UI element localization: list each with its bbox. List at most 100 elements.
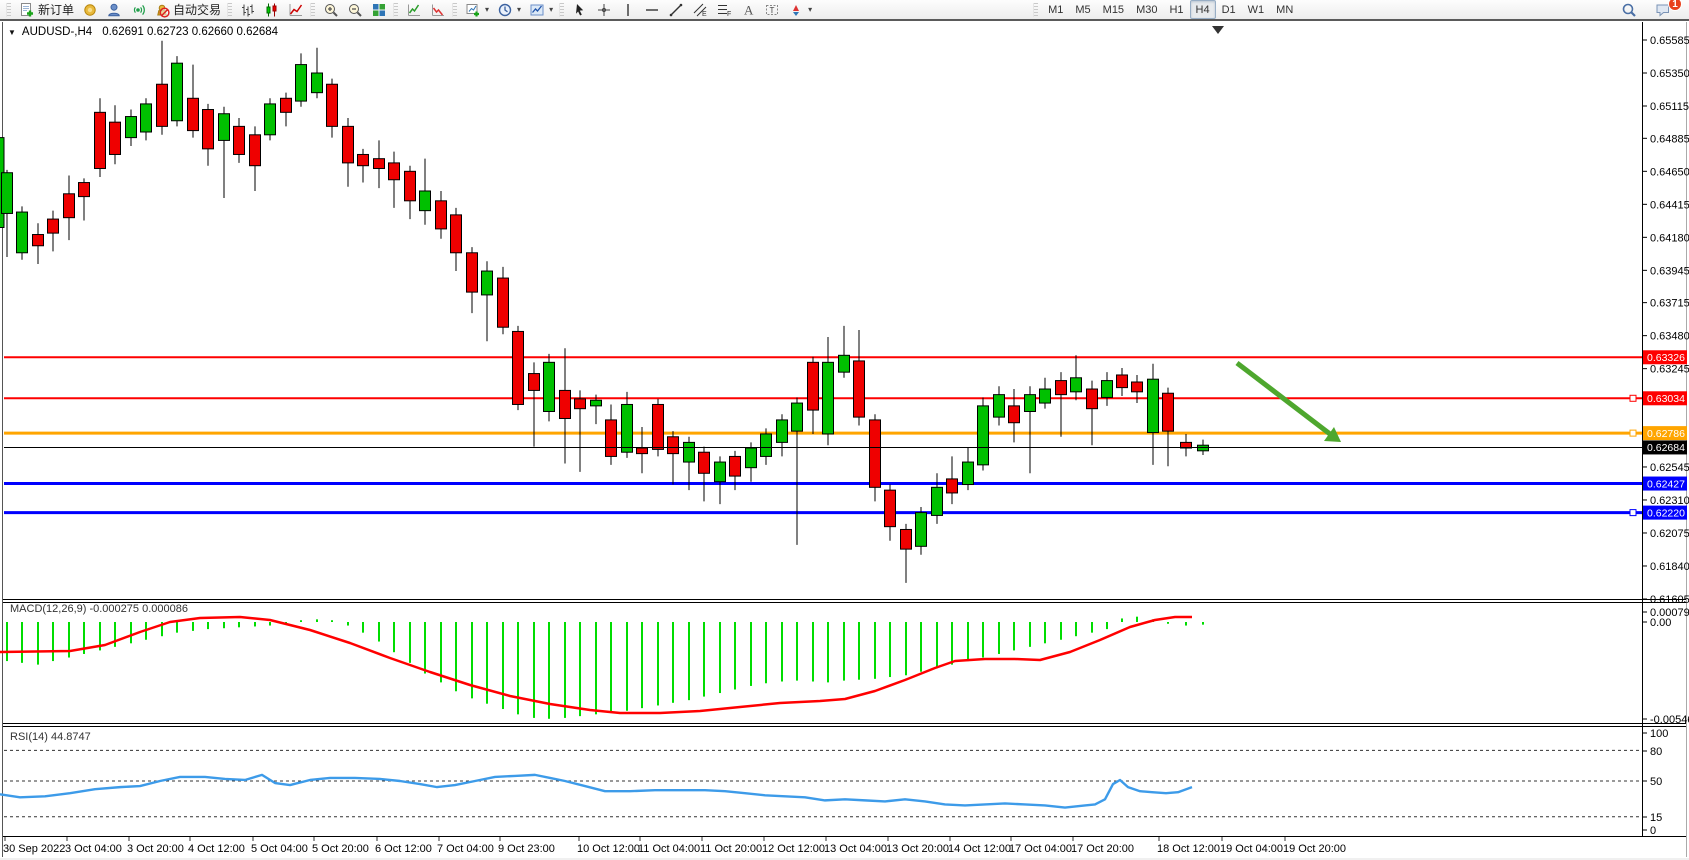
macd-label: MACD(12,26,9) -0.000275 0.000086 [10, 603, 188, 615]
community-button[interactable]: 1 [1651, 0, 1675, 19]
timeframe-label: M30 [1136, 4, 1157, 16]
signals-button[interactable] [126, 0, 150, 19]
svg-text:0.62220: 0.62220 [1647, 507, 1685, 519]
search-icon [1621, 2, 1637, 18]
profile-button[interactable] [102, 0, 126, 19]
line-chart-button[interactable] [284, 0, 308, 19]
timeframe-m1-button[interactable]: M1 [1042, 0, 1069, 19]
timeframe-label: M5 [1075, 4, 1090, 16]
timeframe-group: M1 M5 M15 M30 H1 H4 D1 W1 MN [1042, 0, 1299, 19]
objects-icon [430, 2, 446, 18]
channel-icon: E [692, 2, 708, 18]
svg-text:5 Oct 20:00: 5 Oct 20:00 [312, 843, 369, 855]
toolbar-grip [452, 3, 457, 17]
ohlc-values: 0.62691 0.62723 0.62660 0.62684 [102, 26, 278, 38]
svg-text:17 Oct 20:00: 17 Oct 20:00 [1071, 843, 1134, 855]
arrows-button[interactable]: ▾ [784, 0, 816, 19]
cursor-icon [572, 2, 588, 18]
new-order-icon [19, 2, 35, 18]
svg-text:T: T [770, 5, 775, 14]
timeframe-m15-button[interactable]: M15 [1097, 0, 1130, 19]
vline-button[interactable] [616, 0, 640, 19]
trendline-icon [668, 2, 684, 18]
signal-icon [130, 2, 146, 18]
new-order-label: 新订单 [38, 1, 74, 18]
timeframe-h4-button[interactable]: H4 [1190, 0, 1216, 19]
indicators-button[interactable] [402, 0, 426, 19]
chart-canvas[interactable]: 0.655850.653500.651150.648850.646500.644… [0, 0, 1689, 860]
svg-text:0.64650: 0.64650 [1650, 166, 1689, 178]
toolbar-grip [393, 3, 398, 17]
toolbar-grip [310, 3, 315, 17]
svg-text:0.00: 0.00 [1650, 617, 1671, 629]
svg-text:0.64885: 0.64885 [1650, 133, 1689, 145]
candlestick-button[interactable] [260, 0, 284, 19]
chevron-down-icon: ▾ [485, 5, 489, 14]
bar-chart-button[interactable] [236, 0, 260, 19]
market-button[interactable] [78, 0, 102, 19]
rsi-label: RSI(14) 44.8747 [10, 731, 91, 743]
svg-text:F: F [727, 11, 731, 18]
crosshair-button[interactable] [592, 0, 616, 19]
channel-button[interactable]: E [688, 0, 712, 19]
svg-text:0.62310: 0.62310 [1650, 495, 1689, 507]
chevron-down-icon: ▾ [549, 5, 553, 14]
zoom-in-icon [323, 2, 339, 18]
new-chart-button[interactable]: ▾ [461, 0, 493, 19]
cursor-button[interactable] [568, 0, 592, 19]
svg-text:0.62545: 0.62545 [1650, 462, 1689, 474]
hline-button[interactable] [640, 0, 664, 19]
auto-trading-button[interactable]: 自动交易 [150, 0, 225, 19]
toolbar-grip [559, 3, 564, 17]
timeframe-h1-button[interactable]: H1 [1163, 0, 1189, 19]
svg-text:0.63945: 0.63945 [1650, 265, 1689, 277]
timeframe-mn-button[interactable]: MN [1270, 0, 1299, 19]
timeframe-label: W1 [1248, 4, 1265, 16]
svg-text:10 Oct 12:00: 10 Oct 12:00 [577, 843, 640, 855]
objects-button[interactable] [426, 0, 450, 19]
timeframe-m30-button[interactable]: M30 [1130, 0, 1163, 19]
svg-text:9 Oct 23:00: 9 Oct 23:00 [498, 843, 555, 855]
tile-windows-button[interactable] [367, 0, 391, 19]
vline-icon [620, 2, 636, 18]
svg-text:0.61605: 0.61605 [1650, 594, 1689, 606]
svg-text:0.64415: 0.64415 [1650, 199, 1689, 211]
text-button[interactable]: A [736, 0, 760, 19]
zoom-out-button[interactable] [343, 0, 367, 19]
notification-badge: 1 [1668, 0, 1682, 11]
line-anchor [1630, 510, 1636, 516]
candlestick-icon [264, 2, 280, 18]
svg-text:0.62075: 0.62075 [1650, 528, 1689, 540]
fibonacci-button[interactable]: F [712, 0, 736, 19]
timeframe-w1-button[interactable]: W1 [1242, 0, 1271, 19]
crosshair-icon [596, 2, 612, 18]
indicators-icon [406, 2, 422, 18]
template-icon [529, 2, 545, 18]
auto-trading-icon [154, 2, 170, 18]
one-click-trading-arrow[interactable]: ▼ [8, 28, 16, 37]
timeframe-label: H4 [1196, 4, 1210, 16]
svg-text:80: 80 [1650, 746, 1662, 758]
fibo-icon: F [716, 2, 732, 18]
svg-text:0.63480: 0.63480 [1650, 331, 1689, 343]
svg-text:0.65585: 0.65585 [1650, 35, 1689, 47]
label-button[interactable]: T [760, 0, 784, 19]
period-button[interactable]: ▾ [493, 0, 525, 19]
zoom-in-button[interactable] [319, 0, 343, 19]
new-order-button[interactable]: 新订单 [15, 0, 78, 19]
toolbar-grip [6, 3, 11, 17]
svg-text:A: A [744, 2, 754, 17]
svg-text:14 Oct 12:00: 14 Oct 12:00 [948, 843, 1011, 855]
timeframe-m5-button[interactable]: M5 [1069, 0, 1096, 19]
chevron-down-icon: ▾ [517, 5, 521, 14]
tile-windows-icon [371, 2, 387, 18]
svg-text:13 Oct 20:00: 13 Oct 20:00 [886, 843, 949, 855]
template-button[interactable]: ▾ [525, 0, 557, 19]
trendline-button[interactable] [664, 0, 688, 19]
period-icon [497, 2, 513, 18]
svg-text:12 Oct 12:00: 12 Oct 12:00 [762, 843, 825, 855]
svg-text:3 Oct 04:00: 3 Oct 04:00 [65, 843, 122, 855]
search-button[interactable] [1617, 0, 1641, 19]
timeframe-d1-button[interactable]: D1 [1216, 0, 1242, 19]
chart-title: ▼ AUDUSD-,H4 0.62691 0.62723 0.62660 0.6… [8, 26, 278, 38]
